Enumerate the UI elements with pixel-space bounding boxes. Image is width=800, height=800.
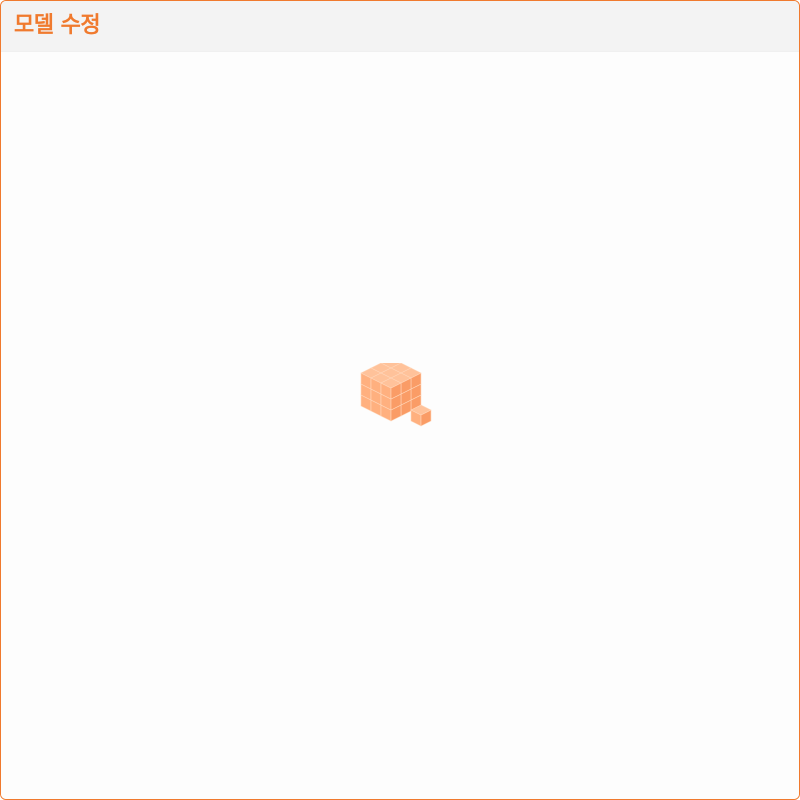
modal-title: 모델 수정: [14, 13, 101, 38]
model-canvas[interactable]: [1, 52, 799, 799]
modal-titlebar: 모델 수정: [1, 1, 799, 52]
stacked-cubes-icon[interactable]: [357, 363, 445, 441]
modal-window: 모델 수정: [0, 0, 800, 800]
